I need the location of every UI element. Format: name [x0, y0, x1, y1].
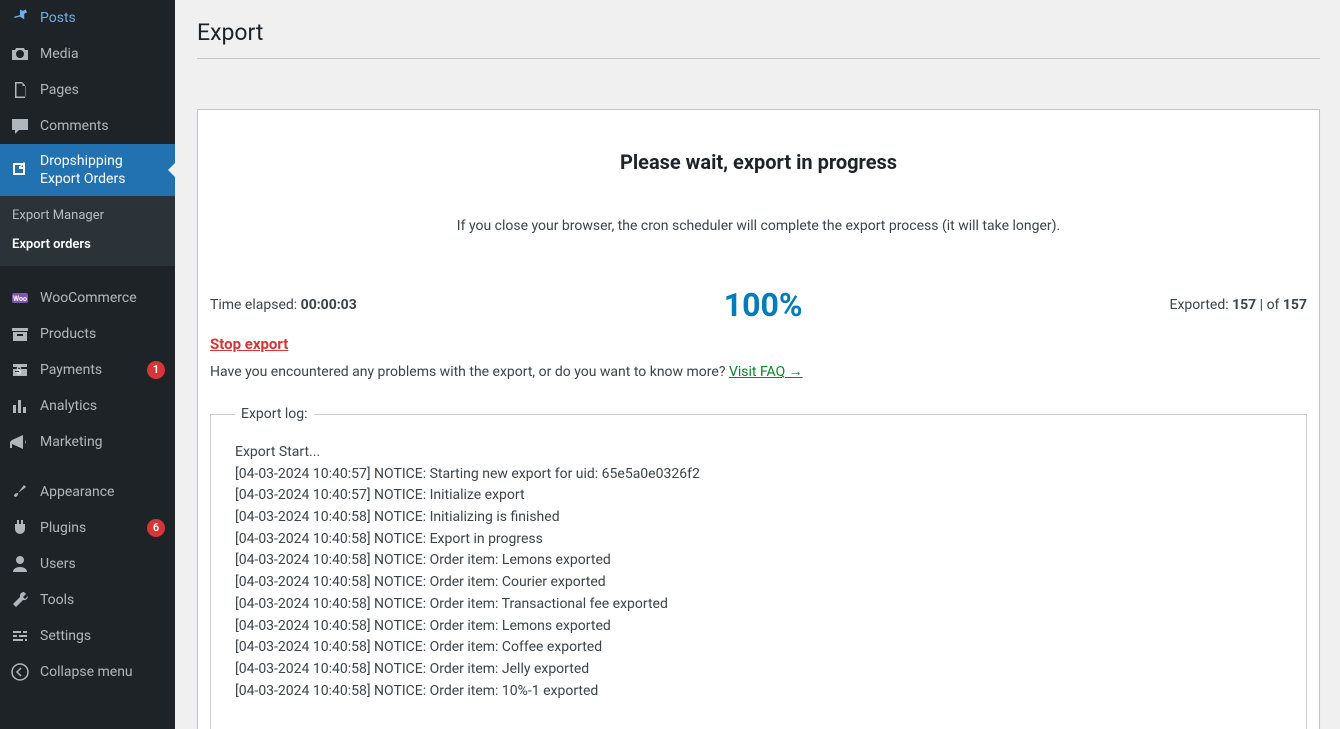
- collapse-icon: [10, 662, 30, 682]
- sidebar-item-woocommerce[interactable]: Woo WooCommerce: [0, 280, 175, 316]
- exported-label: Exported:: [1169, 297, 1232, 313]
- badge-count: 6: [147, 519, 165, 537]
- sidebar-item-label: Posts: [40, 9, 165, 27]
- sidebar-item-dropshipping[interactable]: Dropshipping Export Orders: [0, 144, 175, 196]
- sidebar-item-tools[interactable]: Tools: [0, 582, 175, 618]
- sidebar-item-label: Comments: [40, 117, 165, 135]
- log-line: [04-03-2024 10:40:58] NOTICE: Export in …: [235, 529, 1282, 551]
- progress-title: Please wait, export in progress: [210, 150, 1307, 174]
- sidebar-item-label: Payments: [40, 361, 133, 379]
- log-line: [04-03-2024 10:40:58] NOTICE: Order item…: [235, 659, 1282, 681]
- sidebar-item-plugins[interactable]: Plugins 6: [0, 510, 175, 546]
- exported-sep: | of: [1256, 297, 1283, 313]
- sidebar-item-marketing[interactable]: Marketing: [0, 424, 175, 460]
- progress-percent: 100%: [357, 286, 1170, 324]
- woo-icon: Woo: [10, 288, 30, 308]
- wrench-icon: [10, 590, 30, 610]
- log-line: [04-03-2024 10:40:58] NOTICE: Order item…: [235, 637, 1282, 659]
- sidebar-item-label: Tools: [40, 591, 165, 609]
- main-content: Export Please wait, export in progress I…: [175, 0, 1340, 729]
- sidebar-item-media[interactable]: Media: [0, 36, 175, 72]
- sidebar-collapse[interactable]: Collapse menu: [0, 654, 175, 690]
- progress-note: If you close your browser, the cron sche…: [210, 218, 1307, 234]
- user-icon: [10, 554, 30, 574]
- sidebar-subitem-export-manager[interactable]: Export Manager: [0, 202, 175, 231]
- export-log-box[interactable]: Export Start...[04-03-2024 10:40:57] NOT…: [229, 440, 1288, 720]
- svg-text:Woo: Woo: [13, 295, 27, 303]
- faq-text: Have you encountered any problems with t…: [210, 364, 729, 380]
- megaphone-icon: [10, 432, 30, 452]
- collapse-label: Collapse menu: [40, 663, 165, 681]
- sidebar-item-label: Settings: [40, 627, 165, 645]
- log-line: [04-03-2024 10:40:58] NOTICE: Order item…: [235, 616, 1282, 638]
- title-divider: [197, 58, 1320, 59]
- export-log-fieldset: Export log: Export Start...[04-03-2024 1…: [210, 406, 1307, 729]
- time-elapsed: Time elapsed: 00:00:03: [210, 297, 357, 313]
- sidebar-item-label: WooCommerce: [40, 289, 165, 307]
- sidebar-item-label: Users: [40, 555, 165, 573]
- payment-icon: $: [10, 360, 30, 380]
- log-line: [04-03-2024 10:40:58] NOTICE: Order item…: [235, 550, 1282, 572]
- export-progress-panel: Please wait, export in progress If you c…: [197, 109, 1320, 729]
- log-line: [04-03-2024 10:40:58] NOTICE: Order item…: [235, 681, 1282, 703]
- sidebar-item-label: Products: [40, 325, 165, 343]
- page-title: Export: [197, 10, 1320, 50]
- exported-total: 157: [1283, 297, 1307, 313]
- sidebar-item-appearance[interactable]: Appearance: [0, 474, 175, 510]
- exported-value: 157: [1232, 297, 1256, 313]
- sidebar-item-label: Media: [40, 45, 165, 63]
- page-icon: [10, 80, 30, 100]
- faq-link[interactable]: Visit FAQ →: [729, 364, 803, 380]
- time-elapsed-value: 00:00:03: [301, 297, 357, 313]
- archive-icon: [10, 324, 30, 344]
- log-line: Export Start...: [235, 442, 1282, 464]
- sidebar-item-analytics[interactable]: Analytics: [0, 388, 175, 424]
- log-line: [04-03-2024 10:40:58] NOTICE: Order item…: [235, 594, 1282, 616]
- sidebar-item-pages[interactable]: Pages: [0, 72, 175, 108]
- sidebar-item-label: Pages: [40, 81, 165, 99]
- sidebar-item-payments[interactable]: $ Payments 1: [0, 352, 175, 388]
- comment-icon: [10, 116, 30, 136]
- export-icon: [10, 160, 30, 180]
- sidebar-item-posts[interactable]: Posts: [0, 0, 175, 36]
- time-elapsed-label: Time elapsed:: [210, 297, 301, 313]
- bars-icon: [10, 396, 30, 416]
- progress-metrics-row: Time elapsed: 00:00:03 100% Exported: 15…: [210, 286, 1307, 324]
- admin-sidebar: Posts Media Pages Comments Dropshipping …: [0, 0, 175, 729]
- sidebar-subitem-export-orders[interactable]: Export orders: [0, 231, 175, 260]
- sidebar-item-label: Dropshipping Export Orders: [40, 152, 165, 188]
- stop-export-link[interactable]: Stop export: [210, 335, 288, 353]
- faq-line: Have you encountered any problems with t…: [210, 363, 1307, 380]
- sidebar-item-users[interactable]: Users: [0, 546, 175, 582]
- camera-icon: [10, 44, 30, 64]
- brush-icon: [10, 482, 30, 502]
- export-log-legend: Export log:: [235, 406, 314, 422]
- sidebar-item-settings[interactable]: Settings: [0, 618, 175, 654]
- sidebar-submenu: Export Manager Export orders: [0, 196, 175, 266]
- sidebar-item-label: Marketing: [40, 433, 165, 451]
- log-line: [04-03-2024 10:40:58] NOTICE: Order item…: [235, 572, 1282, 594]
- log-line: [04-03-2024 10:40:57] NOTICE: Initialize…: [235, 485, 1282, 507]
- sidebar-item-comments[interactable]: Comments: [0, 108, 175, 144]
- svg-text:$: $: [16, 364, 22, 377]
- sliders-icon: [10, 626, 30, 646]
- pin-icon: [10, 8, 30, 28]
- sidebar-item-label: Appearance: [40, 483, 165, 501]
- log-line: [04-03-2024 10:40:57] NOTICE: Starting n…: [235, 464, 1282, 486]
- sidebar-item-label: Analytics: [40, 397, 165, 415]
- plug-icon: [10, 518, 30, 538]
- log-line: [04-03-2024 10:40:58] NOTICE: Initializi…: [235, 507, 1282, 529]
- badge-count: 1: [147, 361, 165, 379]
- sidebar-item-label: Plugins: [40, 519, 133, 537]
- sidebar-item-products[interactable]: Products: [0, 316, 175, 352]
- exported-count: Exported: 157 | of 157: [1169, 297, 1307, 313]
